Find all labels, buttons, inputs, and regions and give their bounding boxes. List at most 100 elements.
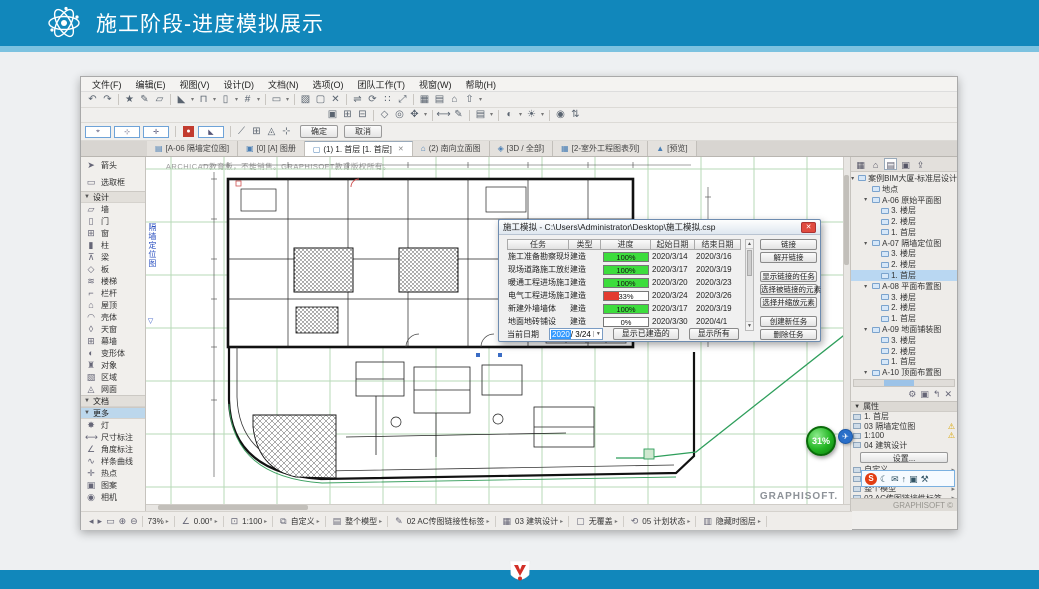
menu-帮助[interactable]: 帮助(H) xyxy=(459,78,504,91)
column-tool-icon[interactable]: ▯ xyxy=(218,93,233,107)
scale[interactable]: ⊡1:100▸ xyxy=(229,516,268,527)
view-settings[interactable]: ⧉自定义▸ xyxy=(278,516,319,527)
tree-item[interactable]: 3. 楼层 xyxy=(851,335,957,346)
tree-item[interactable]: ▾A-07 隔墙定位图 xyxy=(851,238,957,249)
table-row[interactable]: 施工准备勘察现场建造100%2020/3/142020/3/16 xyxy=(507,250,741,263)
tree-item[interactable]: 3. 楼层 xyxy=(851,205,957,216)
pen-icon[interactable]: ✎ xyxy=(137,93,152,107)
s-logo-icon[interactable]: S xyxy=(865,473,877,485)
dialog-titlebar[interactable]: 施工模拟 - C:\Users\Administrator\Desktop\施工… xyxy=(499,220,820,235)
menu-选项[interactable]: 选项(O) xyxy=(306,78,351,91)
tool-图案[interactable]: ▣图案 xyxy=(81,479,145,491)
delete-icon[interactable]: ✕ xyxy=(944,389,952,400)
table-row[interactable]: 暖通工程进场施工建造100%2020/3/202020/3/23 xyxy=(507,276,741,289)
gear-icon[interactable]: ⚙ xyxy=(908,389,916,400)
guides-icon[interactable]: ⟋ xyxy=(234,125,249,139)
structure-display[interactable]: ▤整个模型▸ xyxy=(331,516,383,527)
dialog-button-链接[interactable]: 链接 xyxy=(760,239,817,250)
menu-视图[interactable]: 视图(V) xyxy=(173,78,217,91)
dimension-icon[interactable]: ⟷ xyxy=(436,108,451,122)
undo-icon[interactable]: ↶ xyxy=(85,93,100,107)
ungroup-icon[interactable]: ▤ xyxy=(432,93,447,107)
rotation[interactable]: ∠0.00°▸ xyxy=(180,516,218,527)
show-built-button[interactable]: 显示已建造的 xyxy=(613,328,679,340)
menu-文档[interactable]: 文档(N) xyxy=(261,78,306,91)
moon-icon[interactable]: ☾ xyxy=(880,473,888,485)
dropdown-caret-icon[interactable]: ▾ xyxy=(211,93,218,107)
tree-item[interactable]: ▾A-06 原始平面图 xyxy=(851,195,957,206)
grid-snap-icon[interactable]: ⊞ xyxy=(340,108,355,122)
close-x-icon[interactable]: ✕ xyxy=(328,93,343,107)
chevron-down-icon[interactable]: ▼ xyxy=(593,331,601,337)
tree-item[interactable]: ▾A-10 顶面布置图 xyxy=(851,367,957,378)
current-date-field[interactable]: 2020/ 3/24 ▼ xyxy=(549,328,603,340)
teamwork-icon[interactable]: ⇅ xyxy=(568,108,583,122)
menu-团队工作[interactable]: 团队工作(T) xyxy=(351,78,413,91)
tool-墙[interactable]: ▱墙 xyxy=(81,203,145,215)
box-3d-icon[interactable]: ◇ xyxy=(377,108,392,122)
tree-item[interactable]: 2. 楼层 xyxy=(851,216,957,227)
tracker-field[interactable]: ⊹ xyxy=(114,126,140,138)
new-folder-icon[interactable]: ▣ xyxy=(920,389,929,400)
property-row[interactable]: 1. 首层 xyxy=(851,412,957,422)
dropdown-caret-icon[interactable]: ▾ xyxy=(233,93,240,107)
renovation-filter[interactable]: ⟲05 计划状态▸ xyxy=(629,516,691,527)
dropdown-caret-icon[interactable]: ▾ xyxy=(255,93,262,107)
eraser-icon[interactable]: ▱ xyxy=(152,93,167,107)
tree-item[interactable]: ▾A-09 地面铺装图 xyxy=(851,324,957,335)
crop-icon[interactable]: ▢ xyxy=(313,93,328,107)
home-icon[interactable]: ⌂ xyxy=(447,93,462,107)
dialog-button-解开链接[interactable]: 解开链接 xyxy=(760,252,817,263)
tool-柱[interactable]: ▮柱 xyxy=(81,239,145,251)
dropdown-caret-icon[interactable]: ▾ xyxy=(189,93,196,107)
up-level-icon[interactable]: ↰ xyxy=(933,389,941,400)
tree-item[interactable]: 2. 楼层 xyxy=(851,259,957,270)
magnet-icon[interactable]: ◬ xyxy=(264,125,279,139)
tree-item[interactable]: 1. 首层 xyxy=(851,227,957,238)
wall-tool-icon[interactable]: ◣ xyxy=(174,93,189,107)
image-icon[interactable]: ▣ xyxy=(909,473,918,485)
menu-编辑[interactable]: 编辑(E) xyxy=(129,78,173,91)
tool-网面[interactable]: ◬网面 xyxy=(81,383,145,395)
tool-样条曲线[interactable]: ∿样条曲线 xyxy=(81,455,145,467)
tool-栏杆[interactable]: ⌐栏杆 xyxy=(81,287,145,299)
rotate-icon[interactable]: ⟳ xyxy=(365,93,380,107)
tool-选取框[interactable]: ▭选取框 xyxy=(81,174,145,191)
table-row[interactable]: 现场道路施工放线建造100%2020/3/172020/3/19 xyxy=(507,263,741,276)
tool-尺寸标注[interactable]: ⟷尺寸标注 xyxy=(81,431,145,443)
view-map-icon[interactable]: ▤ xyxy=(884,158,897,170)
toolbox-section-设计[interactable]: ▼设计 xyxy=(81,191,145,203)
toolbox-section-文档[interactable]: ▼文档 xyxy=(81,395,145,407)
tool-相机[interactable]: ◉相机 xyxy=(81,491,145,503)
progress-overlay-badge[interactable]: 31% xyxy=(806,426,836,456)
orbit-icon[interactable]: ◎ xyxy=(392,108,407,122)
redo-icon[interactable]: ↷ xyxy=(100,93,115,107)
dropdown-caret-icon[interactable]: ▾ xyxy=(517,108,524,122)
view-tab[interactable]: ▤[A-06 隔墙定位图] xyxy=(147,141,238,156)
table-row[interactable]: 电气工程进场施工建造33%2020/3/242020/3/26 xyxy=(507,289,741,302)
stretch-icon[interactable]: ⤢ xyxy=(395,93,410,107)
tree-item[interactable]: 1. 首层 xyxy=(851,313,957,324)
dialog-button-创建新任务[interactable]: 创建新任务 xyxy=(760,316,817,327)
column-header[interactable]: 进度 xyxy=(601,239,651,250)
dropdown-caret-icon[interactable]: ▾ xyxy=(284,93,291,107)
zoom-out-icon[interactable]: ⊖ xyxy=(130,516,138,527)
publish-icon[interactable]: ⇧ xyxy=(462,93,477,107)
story-icon[interactable]: ⊟ xyxy=(355,108,370,122)
trace-icon[interactable]: ▧ xyxy=(298,93,313,107)
sun-icon[interactable]: ☀ xyxy=(524,108,539,122)
overlay-blue-icon[interactable]: ✈ xyxy=(838,429,853,444)
dropdown-caret-icon[interactable]: ▾ xyxy=(477,93,484,107)
tool-天窗[interactable]: ◊天窗 xyxy=(81,323,145,335)
tree-item[interactable]: 1. 首层 xyxy=(851,357,957,368)
ok-button[interactable]: 确定 xyxy=(300,125,338,138)
layers-icon[interactable]: ▤ xyxy=(473,108,488,122)
tool-楼梯[interactable]: ≋楼梯 xyxy=(81,275,145,287)
render-icon[interactable]: ◐ xyxy=(502,108,517,122)
dialog-button-显示链接的任务[interactable]: 显示链接的任务 xyxy=(760,271,817,282)
beam-tool-icon[interactable]: ⊓ xyxy=(196,93,211,107)
dropdown-caret-icon[interactable]: ▾ xyxy=(488,108,495,122)
view-tab[interactable]: ◈[3D / 全部] xyxy=(490,141,554,156)
wrench-icon[interactable]: ⚒ xyxy=(921,473,929,485)
group-icon[interactable]: ▦ xyxy=(417,93,432,107)
